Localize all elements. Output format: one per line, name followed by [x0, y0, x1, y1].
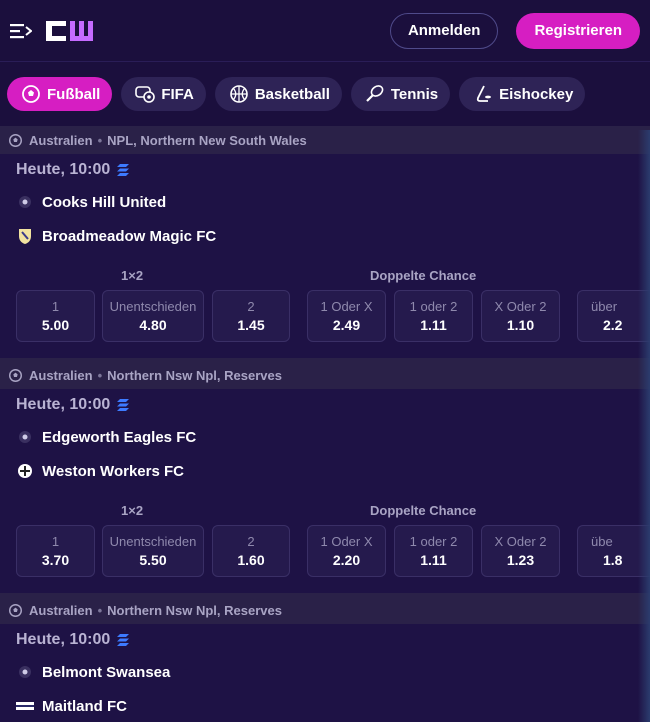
tab-basketball[interactable]: Basketball [214, 77, 342, 111]
separator-dot: • [97, 132, 103, 148]
football-icon [9, 603, 22, 617]
team-name: Weston Workers FC [42, 462, 184, 480]
team-name: Edgeworth Eagles FC [42, 428, 197, 446]
market-label-double-chance: Doppelte Chance [370, 503, 477, 518]
team-name: Belmont Swansea [42, 663, 171, 681]
odd-button[interactable]: 1 oder 2 1.11 [394, 525, 473, 577]
odd-button[interactable]: 2 1.45 [212, 290, 290, 342]
odds-row: 1 3.70 Unentschieden 5.50 2 1.60 1 Oder X 2.… [0, 525, 650, 579]
football-icon [9, 368, 22, 382]
market-label-1x2: 1×2 [121, 268, 144, 283]
league-header[interactable]: Australien • NPL, Northern New South Wal… [0, 126, 650, 154]
odd-button[interactable]: 1 Oder X 2.49 [307, 290, 386, 342]
odd-button[interactable]: X Oder 2 1.23 [481, 525, 560, 577]
country-label: Australien [29, 602, 93, 618]
country-label: Australien [29, 132, 93, 148]
tab-tennis[interactable]: Tennis [350, 77, 451, 111]
odd-button[interactable]: Unentschieden 5.50 [102, 525, 204, 577]
football-icon [21, 84, 41, 104]
hockey-icon [473, 84, 493, 104]
sports-tab-bar: Fußball FIFA Basketball Tennis Eishockey [0, 62, 650, 126]
market-label-double-chance: Doppelte Chance [370, 268, 477, 283]
team-name: Broadmeadow Magic FC [42, 227, 217, 245]
gamepad-icon [135, 84, 156, 104]
tab-label: Basketball [254, 85, 330, 103]
tab-fifa[interactable]: FIFA [121, 77, 206, 111]
separator-dot: • [97, 367, 103, 383]
separator-dot: • [97, 602, 103, 618]
team-name: Cooks Hill United [42, 193, 167, 211]
tab-label: Tennis [390, 85, 439, 103]
odd-button[interactable]: 1 5.00 [16, 290, 95, 342]
odd-button[interactable]: X Oder 2 1.10 [481, 290, 560, 342]
market-label-1x2: 1×2 [121, 503, 144, 518]
team-crest-icon [16, 462, 34, 480]
odd-button[interactable]: 1 oder 2 1.11 [394, 290, 473, 342]
odds-row: 1 5.00 Unentschieden 4.80 2 1.45 1 Oder X 2.… [0, 290, 650, 344]
country-label: Australien [29, 367, 93, 383]
odd-button[interactable]: 1 3.70 [16, 525, 95, 577]
live-stream-icon [117, 163, 130, 176]
odd-button[interactable]: 2 1.60 [212, 525, 290, 577]
team-crest-icon [16, 227, 34, 245]
event-card[interactable]: Heute, 10:00 Edgeworth Eagles FC Weston … [0, 389, 650, 596]
league-header[interactable]: Australien • Northern Nsw Npl, Reserves [0, 361, 650, 389]
tennis-icon [365, 84, 385, 104]
league-header[interactable]: Australien • Northern Nsw Npl, Reserves [0, 596, 650, 624]
live-stream-icon [117, 633, 130, 646]
brand-logo[interactable] [44, 19, 102, 43]
team-crest-icon [16, 697, 34, 715]
live-stream-icon [117, 398, 130, 411]
team-crest-icon [16, 428, 34, 446]
login-button[interactable]: Anmelden [389, 12, 499, 49]
league-label: Northern Nsw Npl, Reserves [107, 367, 282, 383]
scroll-edge [638, 130, 650, 722]
event-card[interactable]: Heute, 10:00 Cooks Hill United Broadmead… [0, 154, 650, 361]
event-time: Heute, 10:00 [16, 395, 111, 413]
team-crest-icon [16, 663, 34, 681]
event-time: Heute, 10:00 [16, 160, 111, 178]
league-label: NPL, Northern New South Wales [107, 132, 307, 148]
team-name: Maitland FC [42, 697, 127, 715]
top-bar: Anmelden Registrieren [0, 0, 650, 62]
tab-label: FIFA [161, 85, 194, 103]
odd-button[interactable]: 1 Oder X 2.20 [307, 525, 386, 577]
tab-eishockey[interactable]: Eishockey [459, 77, 586, 111]
tab-football[interactable]: Fußball [7, 77, 113, 111]
register-button[interactable]: Registrieren [516, 12, 640, 49]
event-card[interactable]: Heute, 10:00 Belmont Swansea Maitland FC [0, 624, 650, 722]
team-crest-icon [16, 193, 34, 211]
tab-label: Eishockey [499, 85, 574, 103]
league-label: Northern Nsw Npl, Reserves [107, 602, 282, 618]
odd-button[interactable]: Unentschieden 4.80 [102, 290, 204, 342]
basketball-icon [229, 84, 249, 104]
tab-label: Fußball [47, 85, 101, 103]
event-time: Heute, 10:00 [16, 630, 111, 648]
football-icon [9, 133, 22, 147]
menu-collapse-icon[interactable] [10, 21, 32, 41]
